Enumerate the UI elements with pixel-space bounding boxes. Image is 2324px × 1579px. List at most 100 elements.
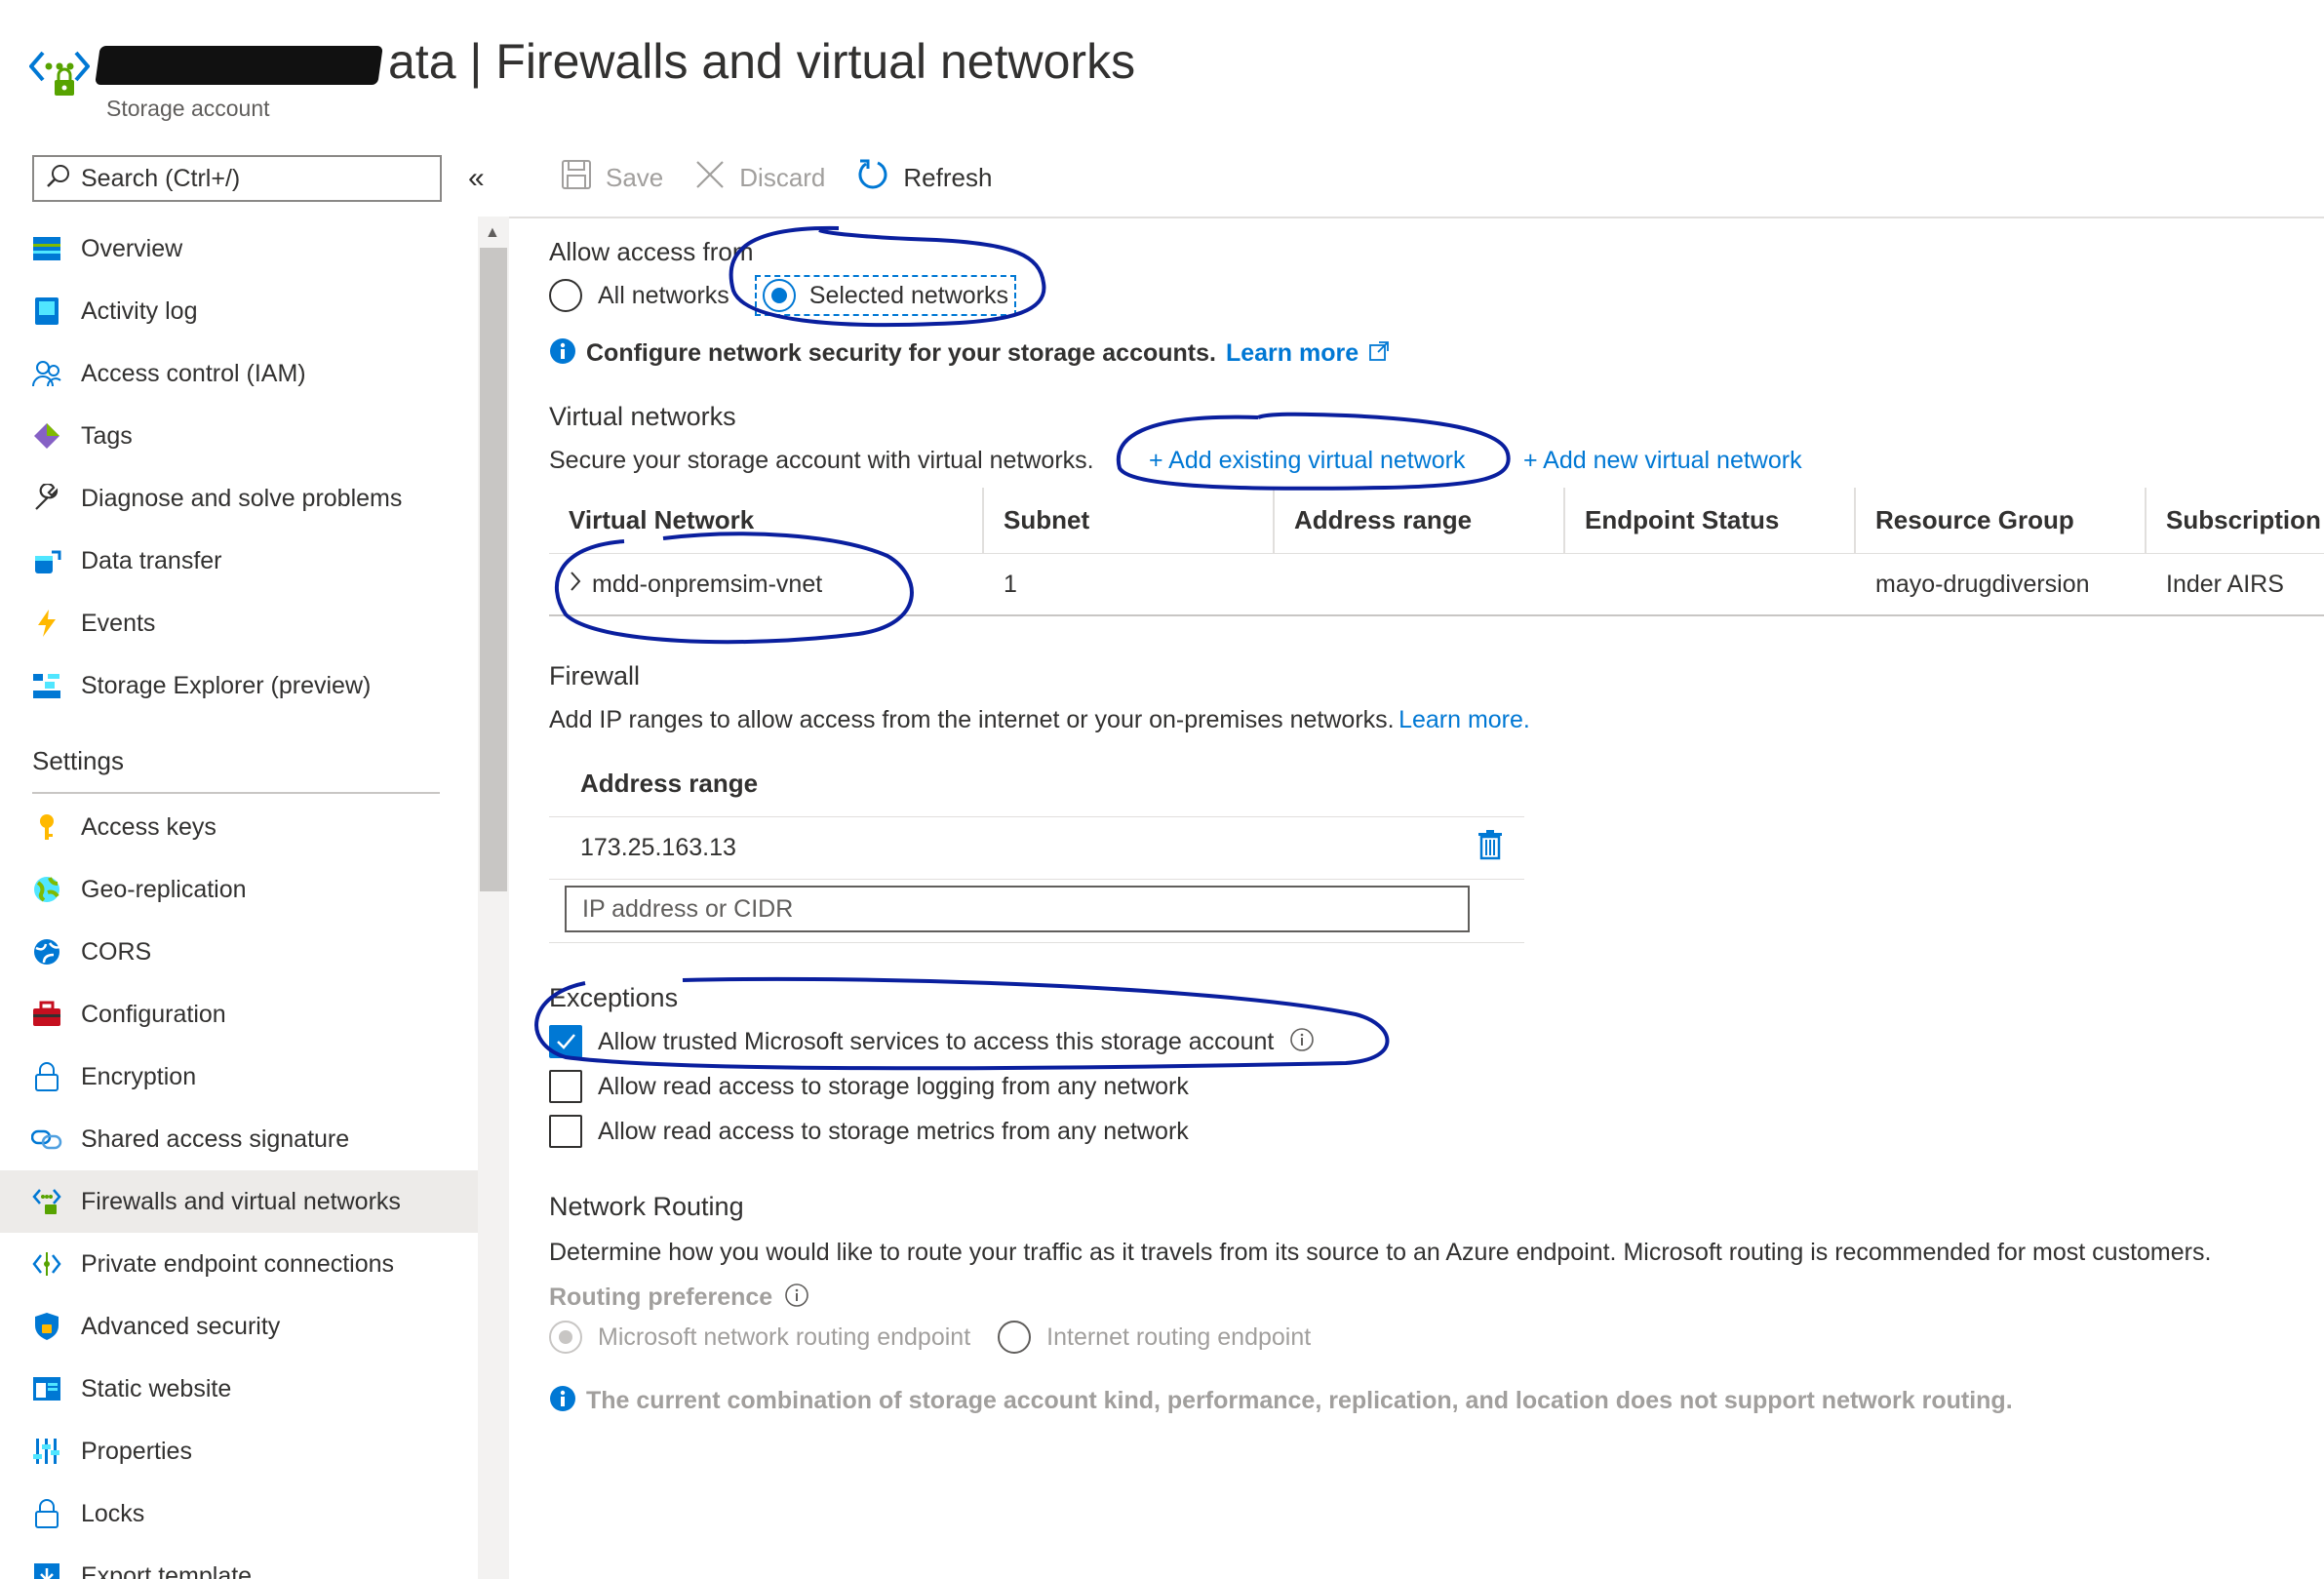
metrics-access-label: Allow read access to storage metrics fro… [598,1117,1189,1145]
delete-icon[interactable] [1477,829,1503,867]
sidebar-item-label: CORS [81,937,152,966]
cors-icon [31,936,62,967]
sidebar-item-iam[interactable]: Access control (IAM) [0,344,478,403]
sidebar-item-properties[interactable]: Properties [0,1422,478,1480]
firewall-title: Firewall [549,661,641,691]
sidebar-item-diagnose[interactable]: Diagnose and solve problems [0,469,478,528]
exception-logging[interactable]: Allow read access to storage logging fro… [549,1070,1189,1103]
microsoft-routing-radio[interactable] [549,1321,582,1354]
settings-heading: Settings [32,746,124,775]
selected-networks-label: Selected networks [808,281,1009,309]
page-subtitle: Storage account [106,96,270,121]
sidebar-item-events[interactable]: Events [0,594,478,652]
page-title: ata | Firewalls and virtual networks [95,33,1135,90]
command-toolbar: Save Discard Refresh [561,156,1023,199]
virtual-networks-title: Virtual networks [549,402,736,431]
add-existing-vnet-link[interactable]: + Add existing virtual network [1149,447,1465,475]
sidebar-item-geo-replication[interactable]: Geo-replication [0,860,478,919]
ip-address-input[interactable] [565,886,1470,932]
search-input[interactable]: Search (Ctrl+/) [32,155,442,202]
firewall-learn-more-link[interactable]: Learn more. [1398,706,1530,733]
info-icon [549,1385,576,1417]
info-text: Configure network security for your stor… [586,339,1216,367]
network-routing-desc: Determine how you would like to route yo… [549,1239,2212,1266]
sidebar-item-access-keys[interactable]: Access keys [0,798,478,856]
all-networks-radio[interactable] [549,279,582,312]
sidebar-item-tags[interactable]: Tags [0,407,478,465]
sidebar-item-label: Overview [81,234,183,262]
scroll-up-icon[interactable]: ▲ [485,224,500,242]
save-button[interactable]: Save [561,159,663,197]
microsoft-routing-label: Microsoft network routing endpoint [598,1322,971,1351]
sidebar-item-static-website[interactable]: Static website [0,1360,478,1418]
selected-networks-option[interactable]: Selected networks [754,275,1017,316]
sidebar-item-label: Locks [81,1499,145,1527]
search-icon [46,163,71,195]
sidebar-item-label: Encryption [81,1062,197,1090]
sidebar-item-label: Access control (IAM) [81,359,306,387]
storage-explorer-icon [31,670,62,701]
info-circle-icon[interactable] [784,1283,809,1313]
trusted-services-checkbox[interactable] [549,1025,582,1058]
lock-icon [31,1061,62,1092]
discard-icon [694,159,726,197]
sidebar-item-firewalls[interactable]: Firewalls and virtual networks [0,1170,478,1233]
add-new-vnet-link[interactable]: + Add new virtual network [1523,447,1802,475]
sidebar-item-label: Events [81,609,156,637]
sidebar-item-private-endpoint[interactable]: Private endpoint connections [0,1235,478,1293]
ip-range-value: 173.25.163.13 [580,834,736,861]
refresh-label: Refresh [903,162,993,192]
collapse-sidebar-button[interactable]: « [468,162,485,195]
exception-metrics[interactable]: Allow read access to storage metrics fro… [549,1115,1189,1148]
metrics-access-checkbox[interactable] [549,1115,582,1148]
access-radio-group: All networks Selected networks [549,275,1017,316]
sidebar-item-export-template[interactable]: Export template [0,1547,478,1579]
info-icon [549,337,576,370]
info-circle-icon[interactable] [1289,1027,1315,1057]
selected-networks-radio[interactable] [762,279,796,312]
table-row[interactable]: mdd-onpremsim-vnet 1 mayo-drugdiversion … [549,554,2324,616]
vnet-name: mdd-onpremsim-vnet [592,570,823,598]
chevron-right-icon[interactable] [569,571,582,599]
sidebar-item-shared-access-signature[interactable]: Shared access signature [0,1110,478,1168]
internet-routing-radio[interactable] [998,1321,1032,1354]
sidebar-item-storage-explorer[interactable]: Storage Explorer (preview) [0,656,478,715]
sidebar-item-encryption[interactable]: Encryption [0,1047,478,1106]
sidebar-scroll-thumb[interactable] [480,248,507,891]
sidebar-item-label: Geo-replication [81,875,247,903]
column-header: Virtual Network [549,487,984,554]
overview-icon [31,233,62,264]
logging-access-checkbox[interactable] [549,1070,582,1103]
column-header: Resource Group [1856,487,2147,554]
sidebar-item-overview[interactable]: Overview [0,219,478,278]
exception-trusted-services[interactable]: Allow trusted Microsoft services to acce… [549,1025,1315,1058]
column-header: Subnet [984,487,1275,554]
tag-icon [31,420,62,452]
routing-notice: The current combination of storage accou… [549,1385,2013,1417]
learn-more-link[interactable]: Learn more [1226,339,1359,368]
routing-preference-label-row: Routing preference [549,1283,809,1313]
sidebar-item-locks[interactable]: Locks [0,1484,478,1543]
address-range-header: Address range [549,751,1524,817]
sidebar-item-cors[interactable]: CORS [0,923,478,981]
sidebar-item-data-transfer[interactable]: Data transfer [0,532,478,590]
firewall-desc-line: Add IP ranges to allow access from the i… [549,706,1530,734]
refresh-button[interactable]: Refresh [856,158,992,198]
ip-input-row [549,880,1524,943]
logging-access-label: Allow read access to storage logging fro… [598,1072,1189,1100]
routing-radio-group: Microsoft network routing endpoint Inter… [549,1321,1311,1354]
people-icon [31,358,62,389]
sidebar-item-advanced-security[interactable]: Advanced security [0,1297,478,1356]
sidebar-item-label: Advanced security [81,1312,281,1340]
resource-group-cell: mayo-drugdiversion [1875,570,2090,598]
sidebar-item-activity-log[interactable]: Activity log [0,282,478,340]
refresh-icon [856,158,889,198]
properties-icon [31,1436,62,1467]
info-banner: Configure network security for your stor… [549,337,1390,370]
discard-button[interactable]: Discard [694,159,825,197]
sidebar-item-configuration[interactable]: Configuration [0,985,478,1044]
toolbox-icon [31,999,62,1030]
firewall-table: Address range 173.25.163.13 [549,751,1524,943]
column-header: Address range [1275,487,1565,554]
link-icon [31,1124,62,1155]
